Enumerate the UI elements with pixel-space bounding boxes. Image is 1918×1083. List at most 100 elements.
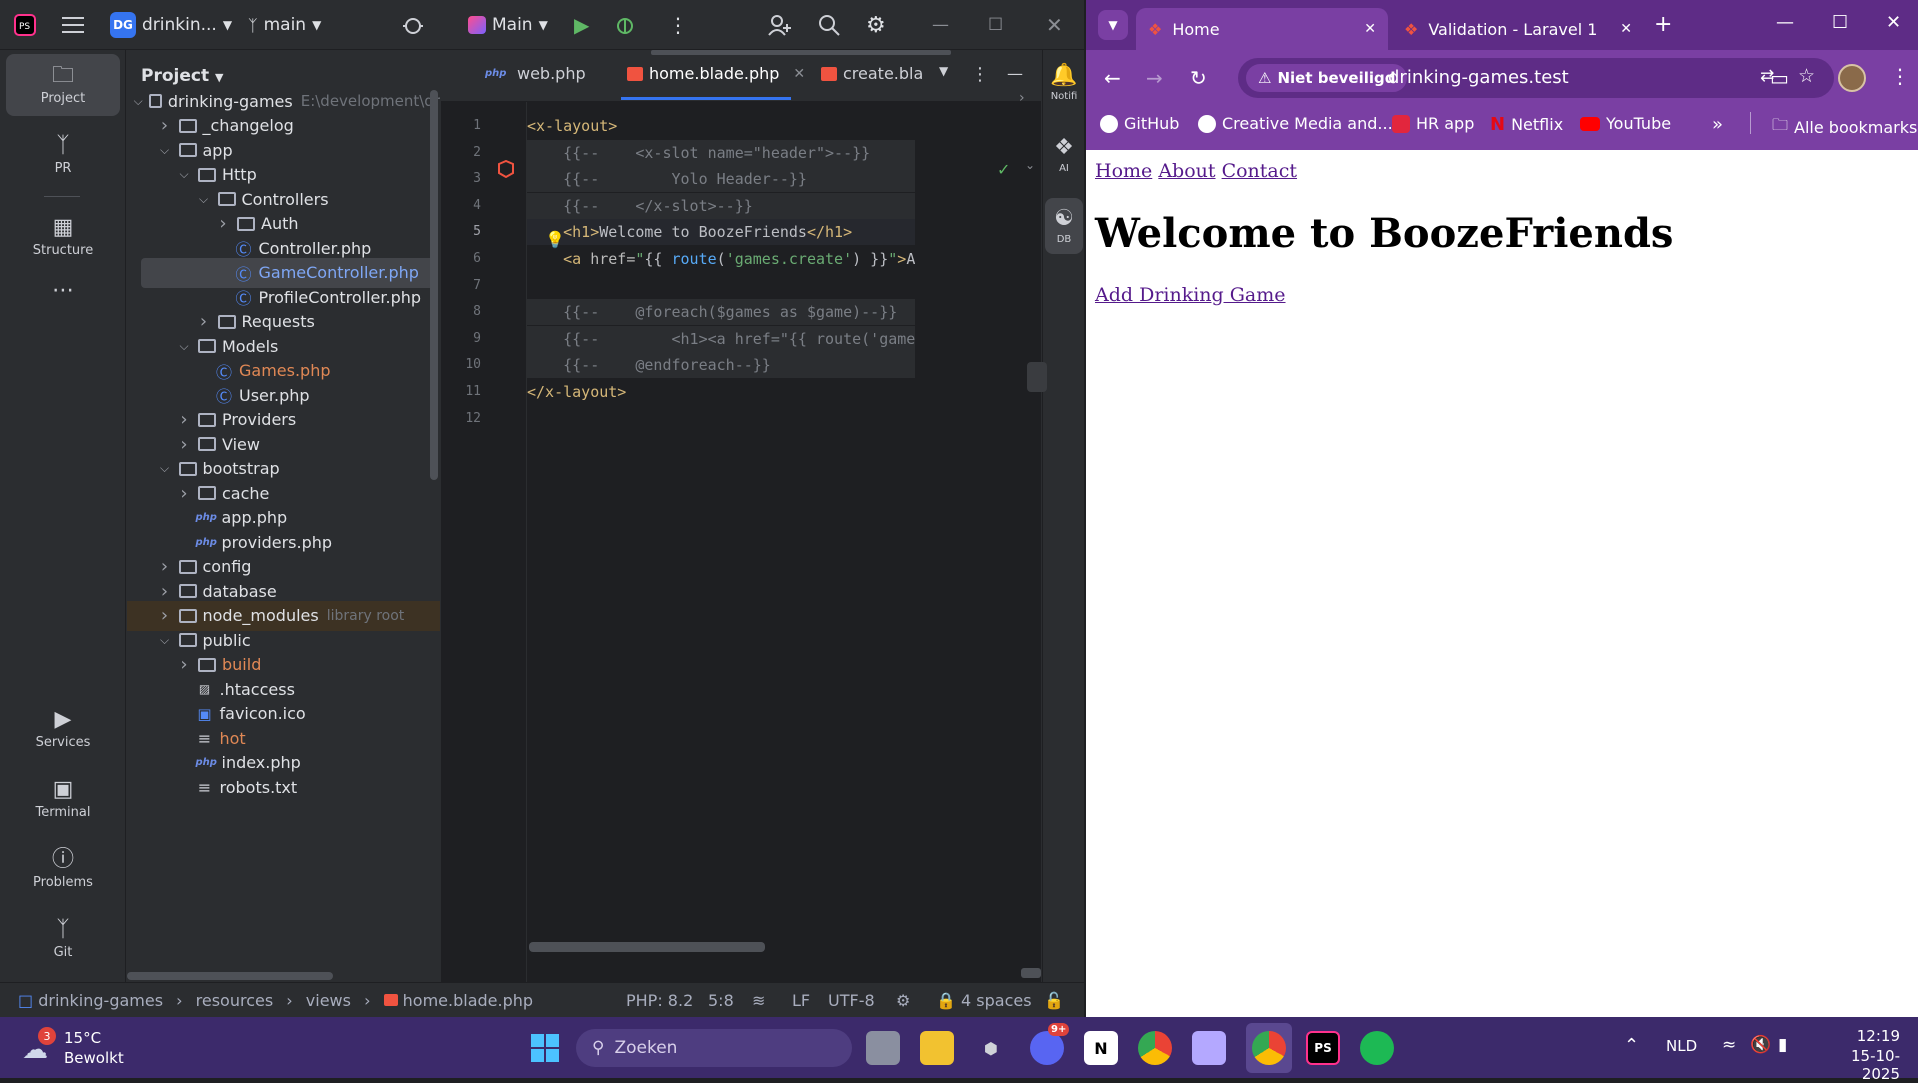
tool-problems[interactable]: ⓘ Problems xyxy=(6,838,120,900)
tabs-dropdown-icon[interactable]: ▼ xyxy=(939,64,948,78)
gear-icon[interactable]: ⚙ xyxy=(866,12,886,38)
address-bar[interactable]: ⚠ Niet beveiligd drinking-games.test ⇄ ☆ xyxy=(1238,58,1834,98)
volume-muted-icon[interactable]: 🔇 xyxy=(1750,1035,1771,1055)
tool-pull-requests[interactable]: ᛉ PR xyxy=(6,124,120,186)
code-line[interactable]: {{-- @endforeach--}} xyxy=(527,352,915,379)
chrome-active-icon[interactable] xyxy=(1252,1031,1286,1065)
start-windows-icon[interactable] xyxy=(528,1031,562,1065)
nav-link-contact[interactable]: Contact xyxy=(1222,160,1297,182)
code-line[interactable]: {{-- Yolo Header--}} xyxy=(527,166,915,193)
layers-icon[interactable]: ≋ xyxy=(752,991,765,1010)
chevron-right-icon[interactable]: › xyxy=(157,605,173,626)
extensions-icon[interactable]: ▭ xyxy=(1770,66,1789,90)
code-line[interactable]: {{-- <x-slot name="header">--}} xyxy=(527,139,915,166)
more-vertical-icon[interactable]: ⋮ xyxy=(1890,64,1910,88)
chevron-down-icon[interactable]: ⌵ xyxy=(157,633,173,648)
tab-create-blade[interactable]: create.bla xyxy=(821,64,923,83)
breadcrumb-item[interactable]: views xyxy=(306,991,351,1010)
tool-terminal[interactable]: ▣ Terminal xyxy=(6,768,120,830)
code-line[interactable]: <a href="{{ route('games.create') }}">Ad… xyxy=(527,246,915,272)
browser-tab-home[interactable]: ❖ Home ✕ xyxy=(1136,8,1388,50)
branch-switcher[interactable]: ᛉ main ▼ xyxy=(248,12,321,38)
tree-file[interactable]: ≡ robots.txt xyxy=(127,772,440,802)
code-line[interactable] xyxy=(527,406,915,432)
chevron-right-icon[interactable]: › xyxy=(196,311,212,332)
run-config-selector[interactable]: Main ▼ xyxy=(468,12,548,38)
bug-icon[interactable]: ⚙ xyxy=(896,991,910,1010)
security-chip[interactable]: ⚠ Niet beveiligd xyxy=(1246,64,1408,92)
code-line[interactable] xyxy=(527,273,915,299)
code-line[interactable]: {{-- <h1><a href="{{ route('games.show',… xyxy=(527,325,915,352)
chrome-icon[interactable] xyxy=(1138,1031,1172,1065)
tree-hscrollbar[interactable] xyxy=(127,972,333,980)
tab-web-php[interactable]: php web.php xyxy=(485,64,586,83)
unity-icon[interactable]: ⬢ xyxy=(974,1031,1008,1065)
close-tab-icon[interactable]: ✕ xyxy=(1364,21,1376,37)
close-tab-icon[interactable]: ✕ xyxy=(1620,21,1632,37)
minimize-icon[interactable]: — xyxy=(932,12,949,38)
php-version[interactable]: PHP: 8.2 xyxy=(626,991,693,1010)
ide-logo-icon[interactable]: PS xyxy=(14,12,36,38)
chevron-right-icon[interactable]: › xyxy=(1019,90,1025,106)
chevron-right-icon[interactable]: › xyxy=(215,213,231,234)
bookmark-github[interactable]: GitHub xyxy=(1100,114,1179,133)
bookmark-hr-app[interactable]: HR app xyxy=(1392,114,1474,133)
close-tab-icon[interactable]: ✕ xyxy=(793,66,805,82)
browser-tab-validation[interactable]: ❖ Validation - Laravel 12.x - ✕ xyxy=(1392,8,1644,50)
chevron-right-icon[interactable]: › xyxy=(157,115,173,136)
file-explorer-icon[interactable] xyxy=(920,1031,954,1065)
chevron-right-icon[interactable]: › xyxy=(157,581,173,602)
back-icon[interactable]: ← xyxy=(1104,66,1121,90)
new-tab-icon[interactable]: + xyxy=(1654,12,1672,37)
chevron-right-icon[interactable]: › xyxy=(176,483,192,504)
minimize-panel-icon[interactable]: — xyxy=(1007,64,1023,83)
breadcrumb-item[interactable]: home.blade.php xyxy=(403,991,533,1010)
maximize-icon[interactable]: ☐ xyxy=(988,12,1003,38)
file-encoding[interactable]: UTF-8 xyxy=(828,991,875,1010)
indent-setting[interactable]: 🔒 4 spaces xyxy=(936,991,1032,1010)
search-icon[interactable] xyxy=(818,12,840,38)
tool-git[interactable]: ᛉ Git xyxy=(6,908,120,970)
chevron-right-icon[interactable]: › xyxy=(176,654,192,675)
forward-icon[interactable]: → xyxy=(1146,66,1163,90)
nav-link-home[interactable]: Home xyxy=(1095,160,1152,182)
tool-services[interactable]: ▶ Services xyxy=(6,698,120,760)
project-switcher[interactable]: DG drinkin... ▼ xyxy=(110,12,232,38)
add-game-link[interactable]: Add Drinking Game xyxy=(1095,284,1286,306)
close-icon[interactable]: ✕ xyxy=(1886,12,1901,33)
chevron-right-icon[interactable]: › xyxy=(176,434,192,455)
tab-home-blade[interactable]: home.blade.php ✕ xyxy=(627,64,805,83)
clock[interactable]: 12:19 15-10-2025 xyxy=(1820,1027,1900,1083)
code-line[interactable]: </x-layout> xyxy=(527,379,915,405)
chevron-down-icon[interactable]: ⌵ xyxy=(196,192,212,207)
readonly-toggle-icon[interactable]: 🔓 xyxy=(1044,991,1064,1010)
chevron-down-icon[interactable]: ⌵ xyxy=(176,167,192,182)
debug-icon[interactable] xyxy=(614,12,636,38)
taskbar-search[interactable]: ⚲ Zoeken xyxy=(576,1029,852,1067)
bookmark-creative-media[interactable]: Creative Media and... xyxy=(1198,114,1393,133)
wifi-icon[interactable]: ≈ xyxy=(1722,1035,1736,1055)
more-vertical-icon[interactable]: ⋮ xyxy=(971,64,989,85)
add-user-icon[interactable] xyxy=(768,12,792,38)
chevron-down-icon[interactable]: ⌵ xyxy=(176,339,192,354)
chevron-down-icon[interactable]: ⌄ xyxy=(1025,158,1035,172)
code-line[interactable]: <h1>Welcome to BoozeFriends</h1> xyxy=(527,219,915,246)
chevron-down-icon[interactable]: ⌵ xyxy=(157,143,173,158)
nav-link-about[interactable]: About xyxy=(1158,160,1215,182)
reload-icon[interactable]: ↻ xyxy=(1190,66,1207,90)
discord-icon[interactable]: 9+ xyxy=(1030,1023,1070,1065)
close-icon[interactable]: ✕ xyxy=(1046,12,1063,38)
breadcrumb-item[interactable]: drinking-games xyxy=(38,991,163,1010)
tree-scrollbar[interactable] xyxy=(430,90,438,480)
line-separator[interactable]: LF xyxy=(792,991,810,1010)
star-icon[interactable]: ☆ xyxy=(1798,65,1815,87)
profile-avatar[interactable] xyxy=(1838,64,1866,92)
chevron-down-icon[interactable]: ⌵ xyxy=(157,461,173,476)
code-line[interactable]: <x-layout> xyxy=(527,113,915,139)
chevron-right-icon[interactable]: › xyxy=(176,409,192,430)
bookmark-netflix[interactable]: N Netflix xyxy=(1490,114,1563,135)
tool-structure[interactable]: ▦ Structure xyxy=(6,206,120,268)
code-line[interactable]: {{-- @foreach($games as $game)--}} xyxy=(527,299,915,326)
code-line[interactable]: {{-- </x-slot>--}} xyxy=(527,192,915,219)
language-indicator[interactable]: NLD xyxy=(1666,1037,1697,1055)
